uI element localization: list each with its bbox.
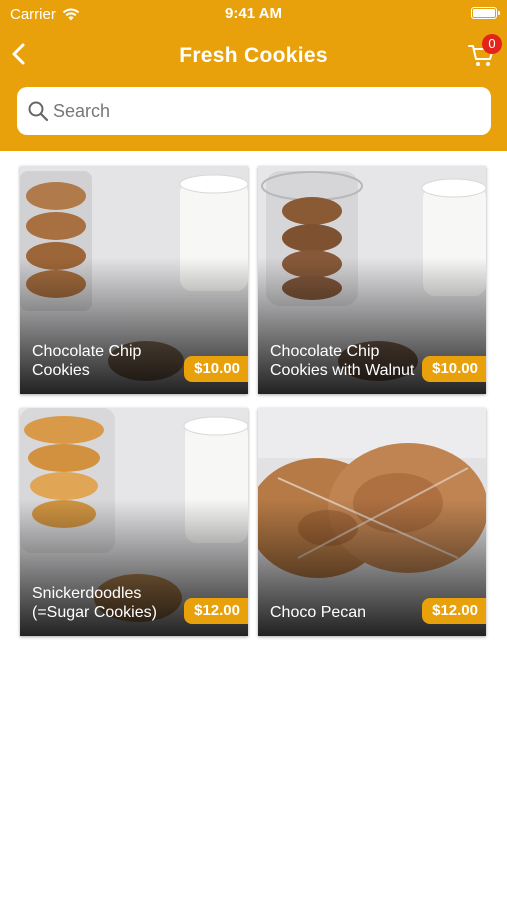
product-name: Chocolate Chip Cookies with Walnut	[270, 343, 415, 379]
price-badge: $12.00	[422, 598, 486, 624]
product-card-chocolate-chip[interactable]: Chocolate Chip Cookies $10.00	[20, 166, 248, 394]
search-input[interactable]	[53, 95, 473, 127]
app-header: Carrier 9:41 AM Fresh Cookies 0	[0, 0, 507, 151]
status-time: 9:41 AM	[225, 5, 282, 22]
battery-icon	[471, 7, 500, 19]
product-card-chocolate-chip-walnut[interactable]: Chocolate Chip Cookies with Walnut $10.0…	[258, 166, 486, 394]
price-badge: $12.00	[184, 598, 248, 624]
product-name: Snickerdoodles (=Sugar Cookies)	[32, 585, 157, 621]
page-title: Fresh Cookies	[179, 44, 328, 67]
status-bar: Carrier 9:41 AM	[0, 0, 507, 28]
product-card-snickerdoodles[interactable]: Snickerdoodles (=Sugar Cookies) $12.00	[20, 408, 248, 636]
product-name: Chocolate Chip Cookies	[32, 343, 142, 379]
cart-count-badge: 0	[482, 34, 502, 54]
price-badge: $10.00	[422, 356, 486, 382]
price-badge: $10.00	[184, 356, 248, 382]
search-bar[interactable]	[17, 87, 491, 135]
product-name: Choco Pecan	[270, 604, 367, 621]
product-card-choco-pecan[interactable]: Choco Pecan $12.00	[258, 408, 486, 636]
navigation-bar: Fresh Cookies 0	[0, 28, 507, 84]
search-icon	[28, 101, 49, 122]
